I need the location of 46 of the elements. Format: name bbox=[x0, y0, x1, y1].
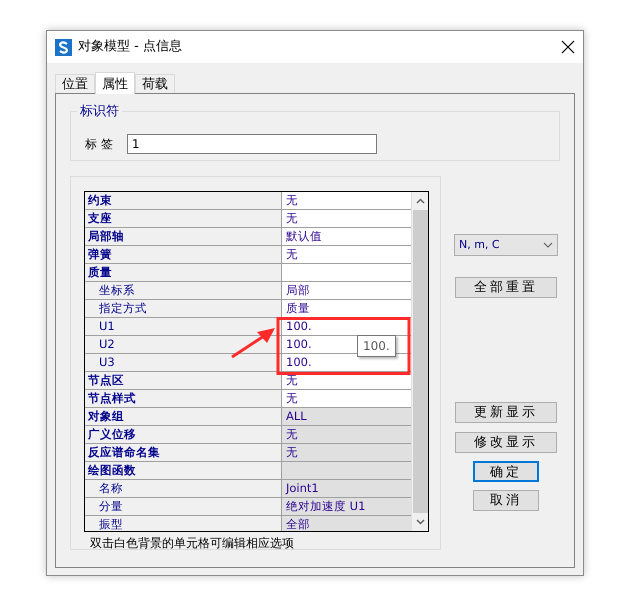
property-name: 分量 bbox=[85, 498, 282, 515]
app-icon bbox=[55, 38, 72, 56]
property-name: 质量 bbox=[85, 264, 282, 281]
hint-text: 双击白色背景的单元格可编辑相应选项 bbox=[89, 535, 295, 552]
property-name: 局部轴 bbox=[85, 228, 282, 245]
tooltip: 100. bbox=[357, 335, 396, 357]
dialog-button[interactable]: 取消 bbox=[473, 490, 539, 511]
label-field[interactable]: 1 bbox=[126, 134, 377, 154]
tab[interactable]: 位置 bbox=[55, 74, 95, 93]
property-value: 绝对加速度 U1 bbox=[282, 498, 412, 515]
dialog-button[interactable]: 更新显示 bbox=[455, 402, 557, 423]
dialog-button[interactable]: 修改显示 bbox=[455, 432, 557, 453]
field-label: 标 签 bbox=[85, 136, 113, 153]
property-value: Joint1 bbox=[282, 480, 412, 497]
property-value: 无 bbox=[282, 426, 412, 443]
close-icon[interactable] bbox=[561, 40, 575, 54]
chevron-down-icon bbox=[543, 242, 553, 248]
property-value: 全部 bbox=[282, 516, 412, 531]
tab[interactable]: 属性 bbox=[95, 72, 135, 94]
property-name: U2 bbox=[85, 336, 282, 353]
property-name: 指定方式 bbox=[85, 300, 282, 317]
property-name: 绘图函数 bbox=[85, 462, 282, 479]
property-name: U1 bbox=[85, 318, 282, 335]
property-name: 振型 bbox=[85, 516, 282, 531]
tab[interactable]: 荷载 bbox=[135, 74, 175, 93]
units-dropdown[interactable]: N, m, C bbox=[454, 234, 558, 256]
property-name: 对象组 bbox=[85, 408, 282, 425]
property-value: ALL bbox=[282, 408, 412, 425]
property-name: U3 bbox=[85, 354, 282, 371]
scrollbar[interactable] bbox=[411, 192, 428, 531]
property-name: 弹簧 bbox=[85, 246, 282, 263]
property-value: 无 bbox=[282, 444, 412, 461]
property-name: 约束 bbox=[85, 192, 282, 209]
window-title: 对象模型 - 点信息 bbox=[78, 38, 182, 56]
annotation-arrow bbox=[231, 328, 275, 358]
scroll-up-icon[interactable] bbox=[416, 198, 425, 204]
dialog-button[interactable]: 全部重置 bbox=[455, 277, 557, 298]
property-name: 坐标系 bbox=[85, 282, 282, 299]
property-name: 反应谱命名集 bbox=[85, 444, 282, 461]
property-name: 名称 bbox=[85, 480, 282, 497]
property-name: 支座 bbox=[85, 210, 282, 227]
property-name: 广义位移 bbox=[85, 426, 282, 443]
dialog-button[interactable]: 确定 bbox=[473, 461, 539, 482]
property-name: 节点区 bbox=[85, 372, 282, 389]
scroll-down-icon[interactable] bbox=[416, 519, 425, 525]
property-name: 节点样式 bbox=[85, 390, 282, 407]
